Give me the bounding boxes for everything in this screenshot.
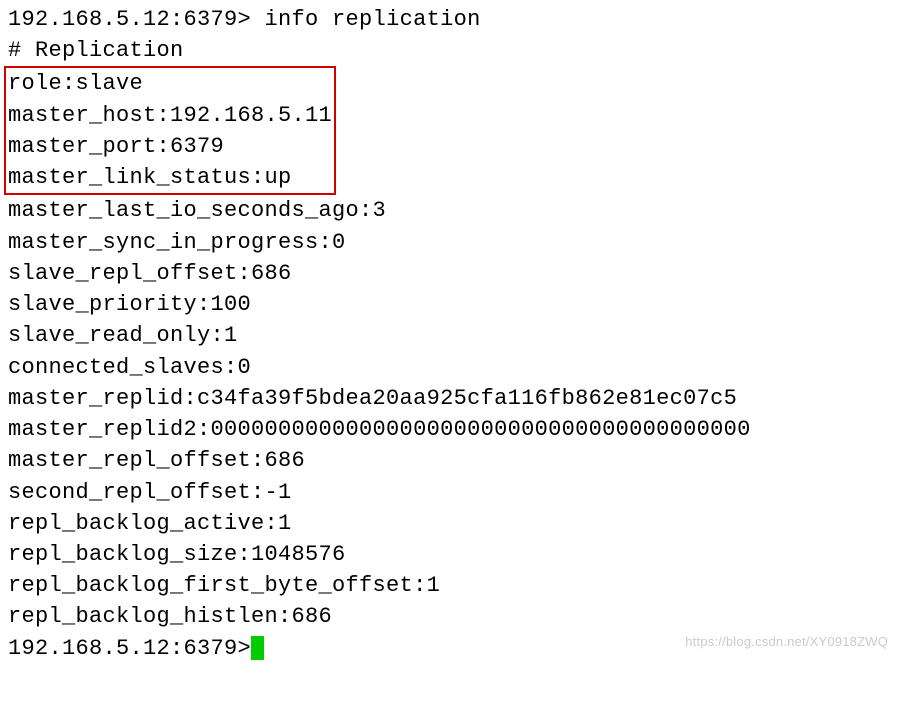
output-line: master_replid2:0000000000000000000000000…	[8, 414, 900, 445]
output-line: master_link_status:up	[8, 162, 332, 193]
output-line: master_last_io_seconds_ago:3	[8, 195, 900, 226]
output-line: role:slave	[8, 68, 332, 99]
command-line: 192.168.5.12:6379> info replication	[8, 4, 900, 35]
output-line: slave_priority:100	[8, 289, 900, 320]
output-line: repl_backlog_size:1048576	[8, 539, 900, 570]
output-line: second_repl_offset:-1	[8, 477, 900, 508]
command-text: info replication	[265, 7, 481, 32]
prompt: 192.168.5.12:6379>	[8, 7, 265, 32]
output-line: master_host:192.168.5.11	[8, 100, 332, 131]
output-line: connected_slaves:0	[8, 352, 900, 383]
output-line: repl_backlog_first_byte_offset:1	[8, 570, 900, 601]
output-line: slave_repl_offset:686	[8, 258, 900, 289]
section-header: # Replication	[8, 35, 900, 66]
watermark: https://blog.csdn.net/XY0918ZWQ	[685, 633, 888, 651]
output-line: master_replid:c34fa39f5bdea20aa925cfa116…	[8, 383, 900, 414]
cursor-icon	[251, 636, 264, 660]
output-line: master_sync_in_progress:0	[8, 227, 900, 258]
output-line: master_repl_offset:686	[8, 445, 900, 476]
output-line: slave_read_only:1	[8, 320, 900, 351]
output-line: master_port:6379	[8, 131, 332, 162]
output-line: repl_backlog_histlen:686	[8, 601, 900, 632]
highlight-box: role:slave master_host:192.168.5.11 mast…	[4, 66, 336, 195]
output-line: repl_backlog_active:1	[8, 508, 900, 539]
prompt: 192.168.5.12:6379>	[8, 633, 251, 664]
